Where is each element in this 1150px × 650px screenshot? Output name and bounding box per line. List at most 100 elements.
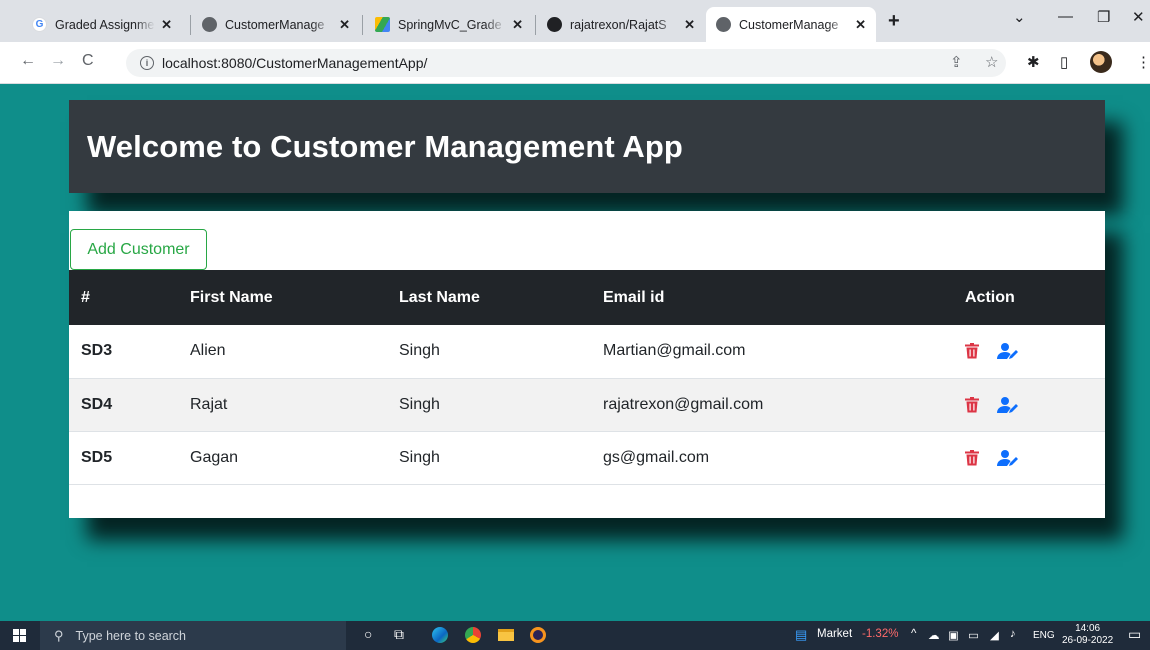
chrome-icon[interactable] (465, 627, 481, 643)
tab-title: rajatrexon/RajatS (570, 17, 667, 32)
window-close-icon[interactable]: ✕ (1132, 8, 1145, 26)
wifi-icon[interactable]: ◢ (990, 628, 999, 642)
close-tab-icon[interactable]: ✕ (684, 17, 695, 33)
github-icon (547, 17, 562, 32)
maximize-icon[interactable]: ❐ (1097, 8, 1110, 26)
table-row: SD5 Gagan Singh gs@gmail.com (69, 431, 1105, 484)
forward-icon[interactable]: → (50, 52, 66, 70)
taskbar-search-box[interactable]: ⚲ Type here to search (40, 621, 346, 650)
edit-user-icon[interactable] (997, 343, 1019, 360)
search-icon: ⚲ (54, 627, 64, 643)
edit-user-icon[interactable] (997, 396, 1019, 413)
tab-title: SpringMvC_Grade (398, 17, 502, 32)
tab-springmvc[interactable]: SpringMvC_Grade ✕ (365, 7, 533, 42)
close-tab-icon[interactable]: ✕ (512, 17, 523, 33)
first-name: Gagan (190, 448, 239, 466)
tab-title: Graded Assignme (55, 17, 155, 32)
add-customer-button[interactable]: Add Customer (70, 229, 207, 270)
address-bar[interactable]: i localhost:8080/CustomerManagementApp/ (126, 49, 1006, 77)
action-cell (965, 378, 1105, 431)
tab-separator (190, 15, 191, 35)
browser-toolbar: ← → C i localhost:8080/CustomerManagemen… (0, 42, 1150, 84)
column-header-first-name: First Name (190, 288, 273, 306)
action-cell (965, 325, 1105, 378)
last-name: Singh (399, 448, 440, 466)
system-clock[interactable]: 14:06 26-09-2022 (1062, 623, 1113, 647)
windows-start-icon[interactable] (13, 629, 26, 642)
tab-graded-assignment[interactable]: G Graded Assignme ✕ (22, 7, 182, 42)
column-header-id: # (81, 288, 90, 306)
edit-user-icon[interactable] (997, 449, 1019, 466)
email: Martian@gmail.com (603, 342, 746, 360)
notification-icon[interactable]: ▭ (1128, 626, 1141, 643)
profile-avatar[interactable] (1090, 51, 1112, 73)
page-header: Welcome to Customer Management App (69, 100, 1105, 193)
url-text: localhost:8080/CustomerManagementApp/ (162, 55, 428, 71)
table-row: SD4 Rajat Singh rajatrexon@gmail.com (69, 378, 1105, 431)
first-name: Rajat (190, 395, 228, 413)
tab-title: CustomerManage (225, 17, 325, 32)
delete-trash-icon[interactable] (965, 396, 979, 413)
action-cell (965, 431, 1105, 484)
column-header-email: Email id (603, 288, 665, 306)
cortana-icon[interactable]: ○ (364, 626, 372, 642)
globe-icon (202, 17, 217, 32)
column-header-last-name: Last Name (399, 288, 480, 306)
language-indicator[interactable]: ENG (1033, 630, 1055, 641)
edge-icon[interactable] (432, 627, 448, 643)
show-hidden-icons[interactable]: ^ (911, 628, 916, 640)
share-icon[interactable]: ⇪ (950, 53, 963, 71)
menu-icon[interactable]: ⋮ (1136, 53, 1150, 71)
news-widget-icon[interactable]: ▤ (795, 627, 807, 643)
first-name: Alien (190, 342, 226, 360)
customer-table: # First Name Last Name Email id Action S… (69, 270, 1105, 485)
customer-card: Add Customer # First Name Last Name Emai… (69, 211, 1105, 518)
onedrive-icon[interactable]: ☁ (928, 628, 940, 642)
market-label[interactable]: Market (817, 628, 852, 640)
table-header-row: # First Name Last Name Email id Action (69, 270, 1105, 325)
market-change: -1.32% (862, 628, 899, 640)
file-explorer-icon[interactable] (498, 629, 514, 641)
back-icon[interactable]: ← (20, 52, 36, 70)
close-tab-icon[interactable]: ✕ (855, 17, 866, 33)
last-name: Singh (399, 395, 440, 413)
drive-icon (375, 17, 390, 32)
extensions-icon[interactable]: ✱ (1027, 53, 1040, 71)
tab-search-icon[interactable]: ⌄ (1013, 8, 1026, 26)
clock-date: 26-09-2022 (1062, 635, 1114, 646)
site-info-icon[interactable]: i (140, 56, 154, 70)
globe-icon (716, 17, 731, 32)
battery-icon[interactable]: ▭ (968, 628, 979, 642)
volume-icon[interactable]: ♪ (1010, 628, 1016, 640)
bookmark-star-icon[interactable]: ☆ (985, 53, 998, 71)
meet-now-icon[interactable]: ▣ (948, 628, 959, 642)
delete-trash-icon[interactable] (965, 449, 979, 466)
side-panel-icon[interactable]: ▯ (1060, 53, 1068, 71)
column-header-action: Action (965, 288, 1015, 306)
page-title: Welcome to Customer Management App (87, 128, 683, 164)
tab-separator (362, 15, 363, 35)
tab-strip: G Graded Assignme ✕ CustomerManage ✕ Spr… (0, 0, 1150, 42)
close-tab-icon[interactable]: ✕ (161, 17, 172, 33)
tab-customer-manage-1[interactable]: CustomerManage ✕ (192, 7, 360, 42)
reload-icon[interactable]: C (82, 52, 94, 70)
minimize-icon[interactable]: — (1058, 8, 1073, 25)
google-icon: G (32, 17, 47, 32)
eclipse-icon[interactable] (530, 627, 546, 643)
page-content: Welcome to Customer Management App Add C… (0, 84, 1150, 621)
search-placeholder: Type here to search (75, 628, 187, 643)
task-view-icon[interactable]: ⧉ (394, 626, 404, 643)
windows-taskbar: ⚲ Type here to search ○ ⧉ ▤ Market -1.32… (0, 621, 1150, 650)
tab-separator (535, 15, 536, 35)
tab-title: CustomerManage (739, 17, 839, 32)
customer-id: SD5 (81, 448, 113, 466)
customer-id: SD3 (81, 342, 113, 360)
close-tab-icon[interactable]: ✕ (339, 17, 350, 33)
customer-id: SD4 (81, 395, 113, 413)
new-tab-button[interactable]: + (888, 10, 900, 33)
tab-github[interactable]: rajatrexon/RajatS ✕ (537, 7, 705, 42)
tab-customer-manage-active[interactable]: CustomerManage ✕ (706, 7, 876, 42)
delete-trash-icon[interactable] (965, 343, 979, 359)
last-name: Singh (399, 342, 440, 360)
email: rajatrexon@gmail.com (603, 395, 764, 413)
